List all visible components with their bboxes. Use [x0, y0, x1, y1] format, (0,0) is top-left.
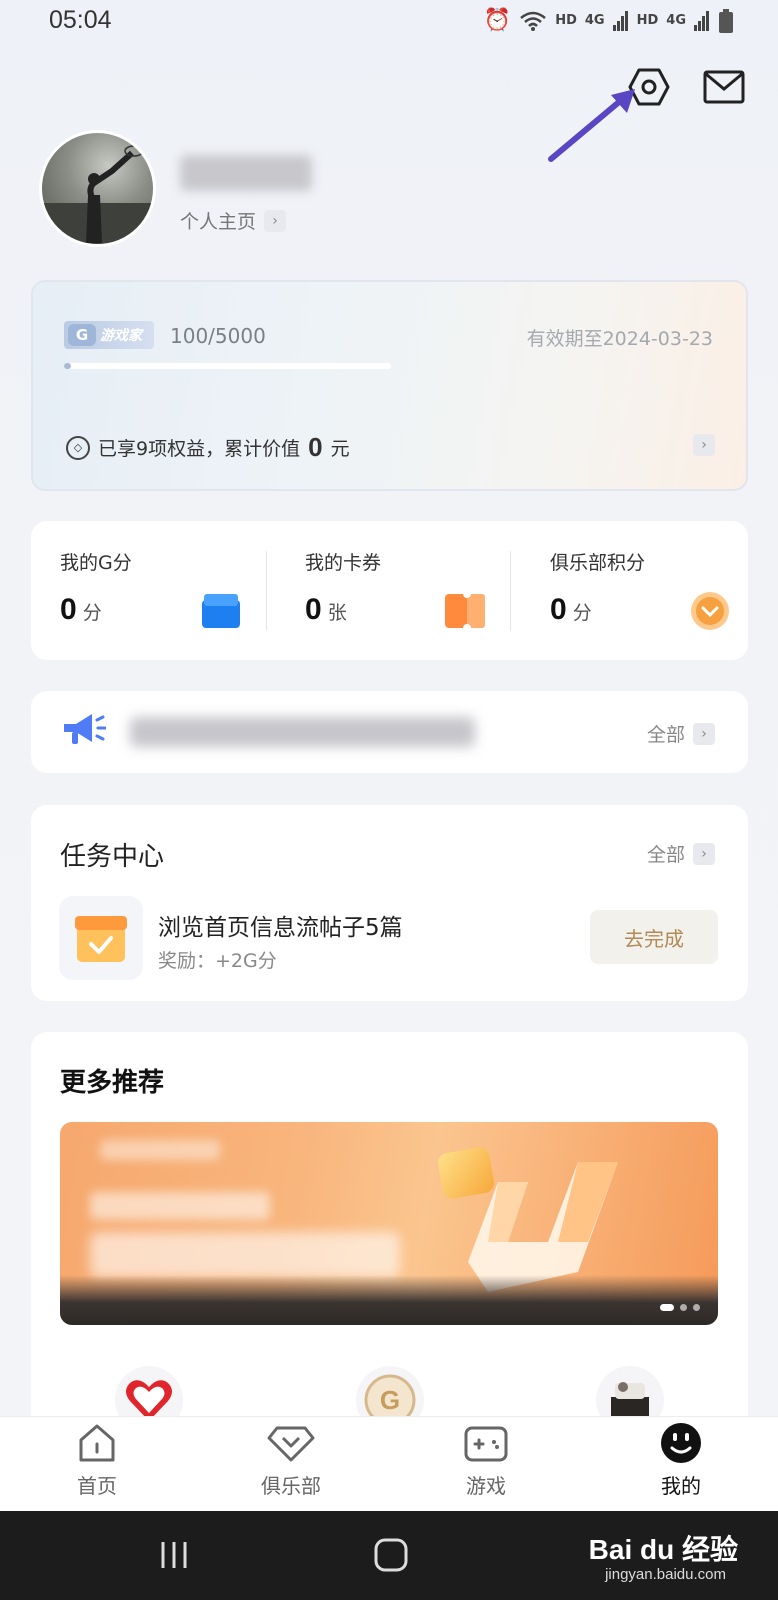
banner-text-blurred — [90, 1192, 270, 1220]
stat-label: 我的卡券 — [305, 552, 382, 574]
tab-mine[interactable]: 我的 — [621, 1422, 741, 1499]
chevron-right-icon: › — [264, 209, 287, 232]
banner-ground-graphic — [60, 1275, 718, 1325]
diamond-icon — [267, 1426, 315, 1462]
all-label: 全部 — [647, 724, 686, 746]
hd-label-2: HD — [636, 13, 659, 28]
task-name: 浏览首页信息流帖子5篇 — [158, 915, 403, 941]
carousel-dots — [660, 1304, 700, 1311]
chevron-right-icon: › — [693, 722, 716, 745]
recent-apps-button[interactable] — [134, 1530, 214, 1580]
member-expiry: 有效期至2024-03-23 — [526, 328, 713, 350]
task-reward: 奖励：+2G分 — [158, 950, 277, 972]
stat-g-points[interactable]: 我的G分 0分 — [60, 548, 132, 627]
task-icon-box — [59, 896, 143, 980]
battery-icon — [719, 8, 733, 33]
stat-label: 俱乐部积分 — [550, 552, 646, 574]
stat-club-points[interactable]: 俱乐部积分 0分 — [550, 548, 645, 627]
tab-label: 首页 — [77, 1474, 117, 1498]
stat-value: 0 — [550, 593, 567, 626]
home-icon — [79, 1424, 115, 1462]
banner-text-blurred — [90, 1232, 400, 1278]
orange-badge-icon — [691, 592, 729, 630]
badge-label: 游戏家 — [100, 328, 142, 344]
carousel-dot — [660, 1304, 674, 1311]
carousel-dot — [680, 1304, 687, 1311]
task-complete-button[interactable]: 去完成 — [590, 910, 718, 964]
benefits-value: 0 — [308, 432, 323, 462]
stat-coupons[interactable]: 我的卡券 0张 — [305, 548, 381, 627]
gamepad-icon — [464, 1426, 508, 1462]
profile-link-label: 个人主页 — [180, 211, 257, 233]
all-label: 全部 — [647, 844, 686, 866]
stat-unit: 张 — [327, 602, 347, 624]
task-all-link[interactable]: 全部 › — [647, 840, 716, 867]
benefits-unit: 元 — [330, 438, 350, 460]
signal-icon — [612, 10, 628, 31]
task-center-title: 任务中心 — [60, 842, 165, 872]
hd-label-1: HD — [555, 13, 577, 28]
member-points: 100/5000 — [170, 324, 266, 348]
tab-label: 俱乐部 — [261, 1474, 321, 1498]
carousel-dot — [693, 1304, 700, 1311]
stat-unit: 分 — [82, 602, 102, 624]
diamond-circle-icon: ◇ — [66, 435, 90, 460]
annotation-arrow — [548, 89, 635, 162]
chevron-right-icon[interactable]: › — [693, 434, 715, 456]
checkbox-task-icon — [75, 916, 127, 962]
g-logo-icon: G — [68, 324, 96, 346]
megaphone-icon — [64, 714, 106, 744]
wifi-icon — [520, 11, 547, 31]
network-label-1: 4G — [584, 13, 605, 28]
avatar[interactable] — [39, 130, 156, 247]
mail-icon — [703, 70, 745, 104]
watermark-url: jingyan.baidu.com — [605, 1566, 726, 1583]
status-time: 05:04 — [49, 6, 112, 34]
home-square-icon — [374, 1538, 408, 1572]
divider — [266, 551, 267, 631]
username-blurred — [180, 155, 312, 191]
member-level-badge: G 游戏家 — [64, 321, 154, 349]
notice-text-blurred — [130, 717, 475, 747]
blue-box-icon — [202, 594, 240, 628]
stat-unit: 分 — [572, 602, 592, 624]
stat-value: 0 — [305, 593, 322, 626]
avatar-photo — [42, 145, 153, 244]
promo-banner[interactable] — [60, 1122, 718, 1325]
tab-label: 游戏 — [466, 1474, 506, 1498]
tab-label: 我的 — [661, 1474, 701, 1498]
tab-home[interactable]: 首页 — [37, 1422, 157, 1499]
watermark-brand: Bai du 经验 — [588, 1534, 738, 1565]
tab-club[interactable]: 俱乐部 — [231, 1422, 351, 1499]
network-label-2: 4G — [666, 13, 686, 28]
benefits-prefix: 已享9项权益，累计价值 — [98, 438, 301, 460]
orange-ticket-icon — [445, 594, 485, 628]
stat-label: 我的G分 — [60, 552, 132, 574]
status-icons: ⏰ HD 4G HD 4G — [484, 8, 734, 33]
profile-link[interactable]: 个人主页 › — [180, 207, 287, 234]
signal-icon — [694, 10, 709, 31]
recent-apps-icon — [161, 1542, 187, 1568]
recommend-title: 更多推荐 — [60, 1068, 165, 1098]
benefits-summary[interactable]: ◇ 已享9项权益，累计价值 0 元 — [66, 432, 350, 463]
home-nav-button[interactable] — [351, 1530, 431, 1580]
mail-button[interactable] — [701, 67, 747, 107]
divider — [510, 551, 511, 631]
notice-all-link[interactable]: 全部 › — [647, 720, 716, 747]
member-progress-bar — [64, 363, 391, 369]
alarm-icon: ⏰ — [483, 8, 512, 33]
svg-text:G: G — [380, 1385, 400, 1415]
banner-text-blurred — [100, 1140, 220, 1160]
chevron-right-icon: › — [693, 842, 716, 865]
stat-value: 0 — [60, 593, 77, 626]
tab-games[interactable]: 游戏 — [426, 1422, 546, 1499]
smiley-icon — [661, 1423, 701, 1463]
member-progress-fill — [64, 363, 71, 369]
